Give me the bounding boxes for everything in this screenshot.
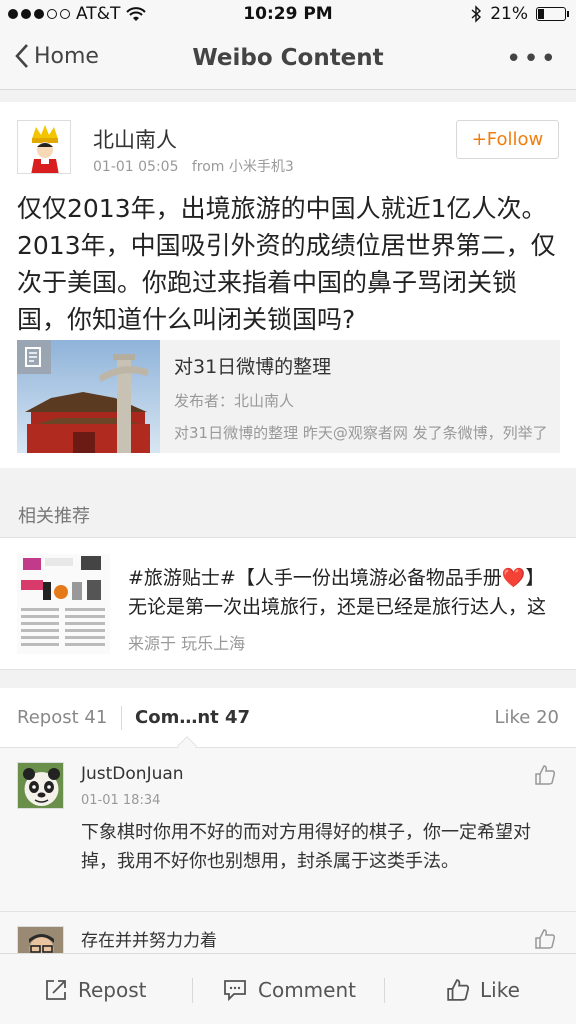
repost-button[interactable]: Repost	[44, 954, 147, 1024]
comment-author[interactable]: 存在并并努力力着	[81, 926, 217, 951]
thumbs-up-icon	[447, 978, 470, 1001]
post-source: from 小米手机3	[191, 159, 294, 175]
comment-avatar[interactable]	[17, 926, 64, 953]
related-thumbnail	[17, 554, 110, 654]
tab-repost[interactable]: Repost 41	[17, 707, 107, 728]
battery-percent: 21%	[490, 4, 528, 24]
author-name[interactable]: 北山南人	[93, 124, 177, 154]
repost-icon	[46, 979, 66, 1000]
related-source: 来源于 玩乐上海	[128, 634, 246, 653]
toolbar-divider	[192, 978, 193, 1003]
tab-comment[interactable]: Com…nt 47	[135, 707, 250, 728]
thumbs-up-icon[interactable]	[534, 764, 556, 786]
comment-button[interactable]: Comment	[222, 954, 356, 1024]
related-item[interactable]: #旅游贴士#【人手一份出境游必备物品手册❤️】无论是第一次出境旅行，还是已经是旅…	[0, 537, 576, 670]
comment-icon	[224, 979, 246, 1001]
post-text: 仅仅2013年，出境旅游的中国人就近1亿人次。2013年，中国吸引外资的成绩位居…	[17, 194, 556, 334]
comment-label: Comment	[258, 977, 356, 1002]
battery-icon	[536, 7, 569, 21]
page-title: Weibo Content	[192, 45, 384, 71]
post-time: 01-01 05:05	[93, 159, 179, 175]
comment-divider	[0, 911, 576, 912]
status-bar: AT&T 10:29 PM 21%	[0, 0, 576, 30]
interaction-tabs: Repost 41 Com…nt 47 Like 20	[0, 688, 576, 756]
bluetooth-icon	[471, 5, 482, 23]
follow-button[interactable]: +Follow	[456, 120, 559, 159]
repost-label: Repost	[78, 977, 147, 1002]
toolbar-divider	[384, 978, 385, 1003]
post-meta: 01-01 05:05 from 小米手机3	[93, 156, 294, 176]
article-thumbnail	[17, 340, 160, 453]
like-label: Like	[480, 977, 520, 1002]
more-options-icon[interactable]: •••	[506, 44, 558, 74]
linked-article[interactable]: 对31日微博的整理 发布者：北山南人 对31日微博的整理 昨天@观察者网 发了条…	[17, 340, 560, 453]
tab-divider	[121, 706, 122, 730]
bottom-toolbar: Repost Comment Like	[0, 953, 576, 1024]
tab-like[interactable]: Like 20	[494, 707, 559, 728]
related-text: #旅游贴士#【人手一份出境游必备物品手册❤️】无论是第一次出境旅行，还是已经是旅…	[128, 567, 547, 618]
author-avatar[interactable]	[17, 120, 71, 174]
article-publisher: 发布者：北山南人	[174, 392, 295, 410]
status-right: 21%	[470, 4, 569, 24]
comment-author[interactable]: JustDonJuan	[81, 764, 184, 784]
comment-time: 01-01 18:34	[81, 793, 161, 808]
article-title: 对31日微博的整理	[174, 356, 332, 378]
thumbs-up-icon[interactable]	[534, 928, 556, 950]
nav-bar: Home Weibo Content •••	[0, 30, 576, 90]
related-section-title: 相关推荐	[18, 506, 90, 527]
like-button[interactable]: Like	[446, 954, 520, 1024]
article-description: 对31日微博的整理 昨天@观察者网 发了条微博，列举了	[174, 424, 548, 442]
comment-text: 下象棋时你用不好的而对方用得好的棋子，你一定希望对掉，我用不好你也别想用，封杀属…	[81, 822, 531, 872]
post-card: 北山南人 01-01 05:05 from 小米手机3 +Follow 仅仅20…	[0, 102, 576, 468]
comment-avatar[interactable]	[17, 762, 64, 809]
comment-list: JustDonJuan 01-01 18:34 下象棋时你用不好的而对方用得好的…	[0, 748, 576, 953]
